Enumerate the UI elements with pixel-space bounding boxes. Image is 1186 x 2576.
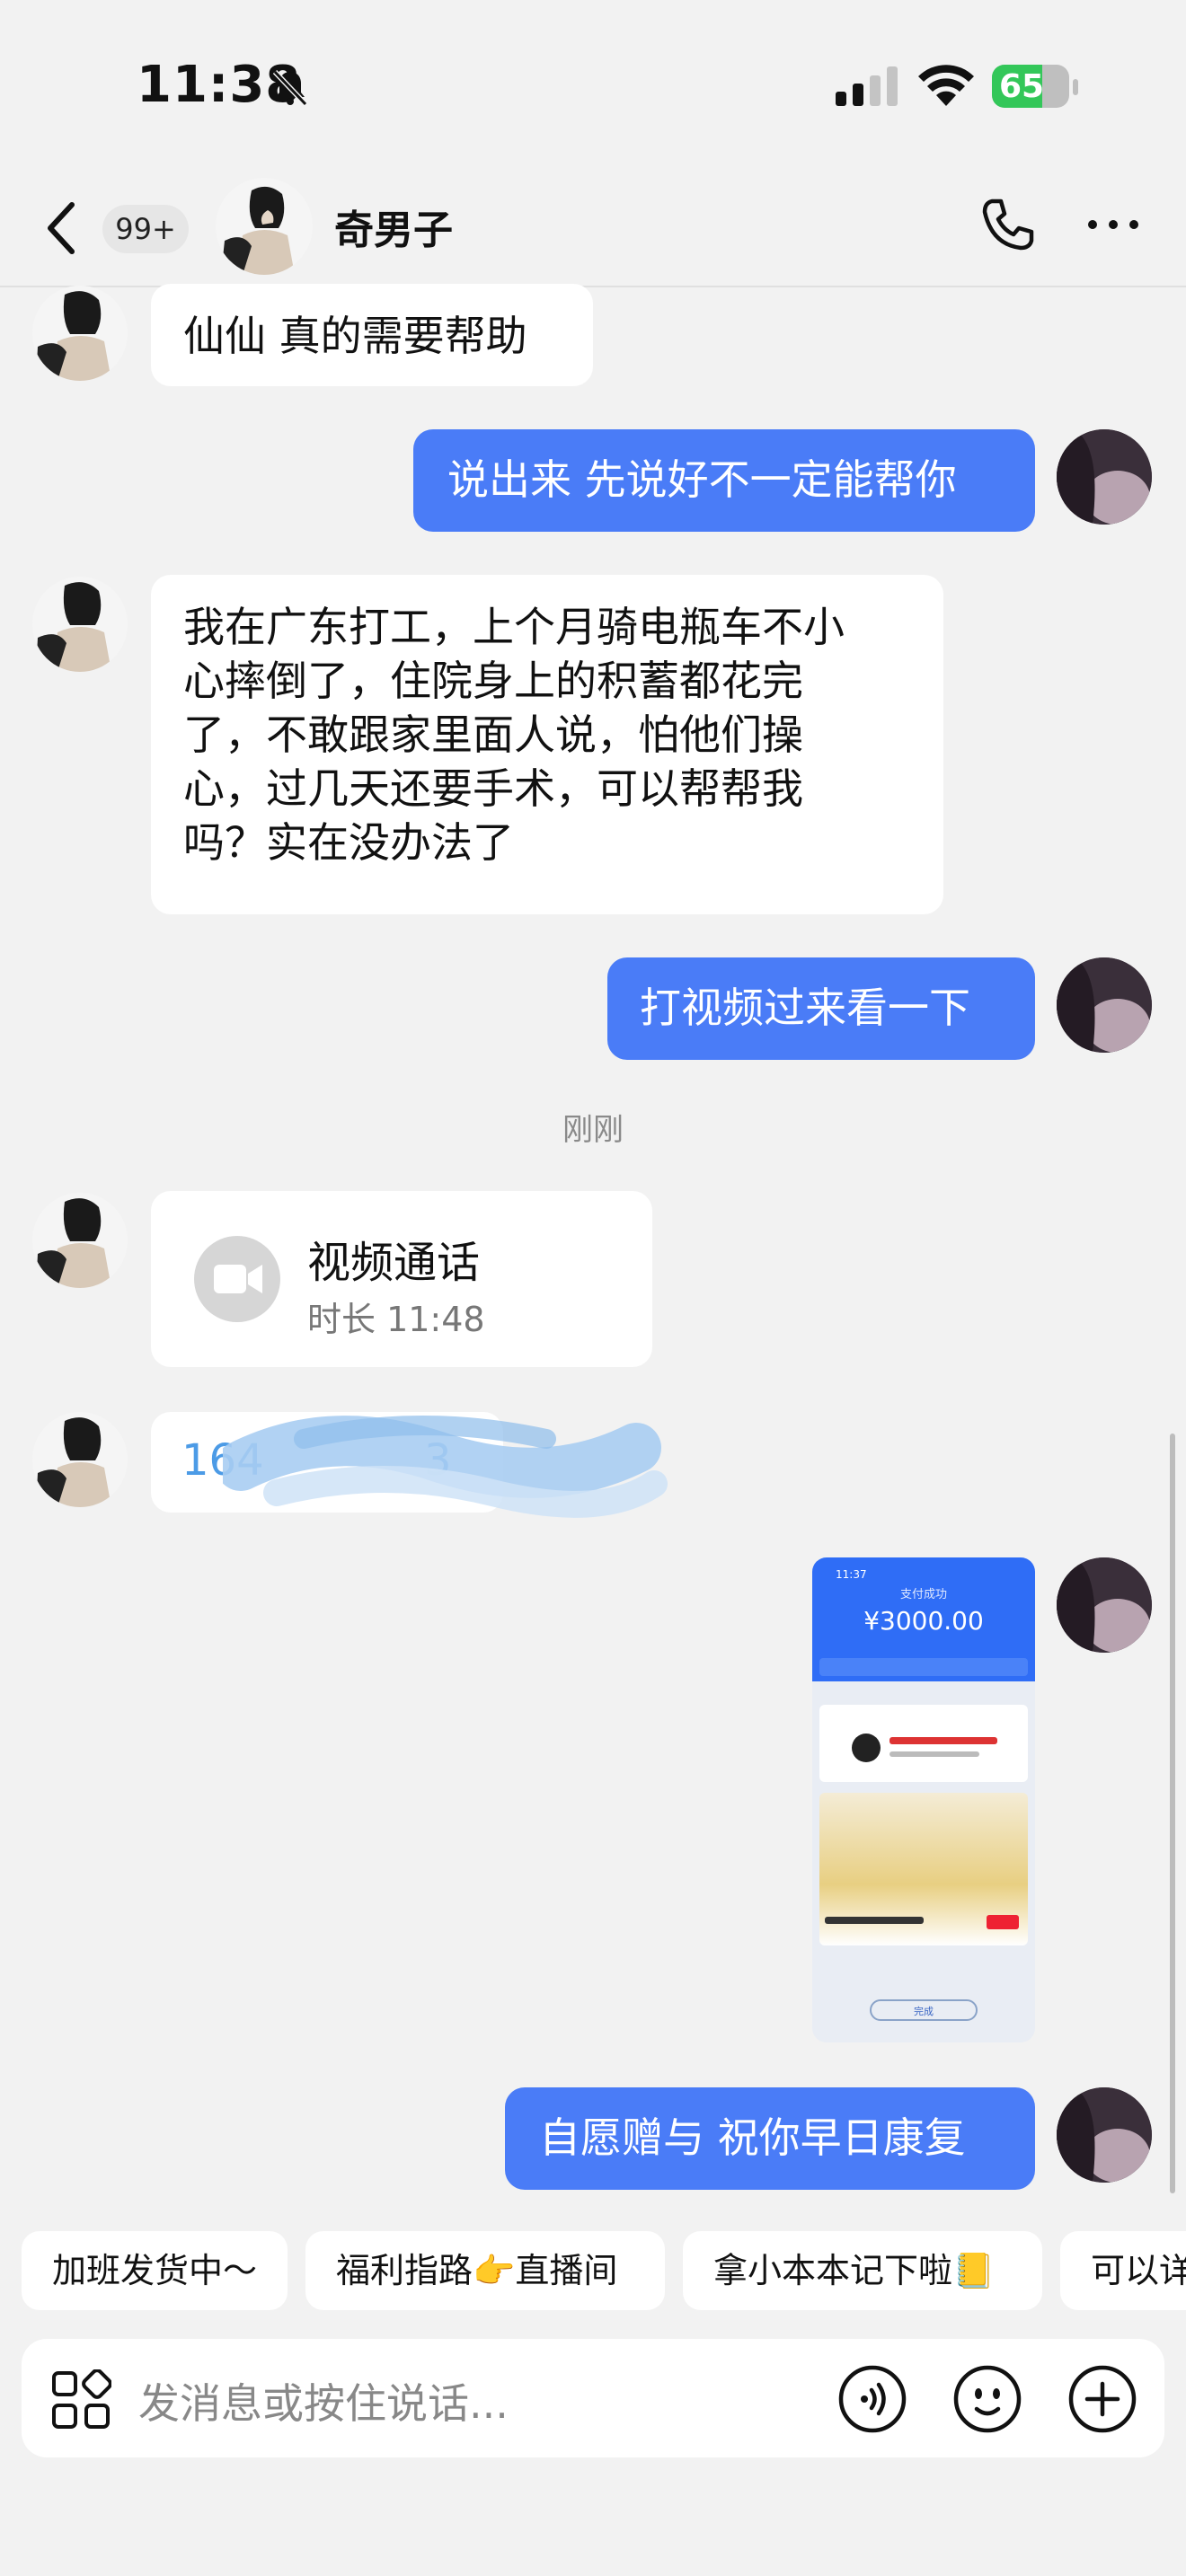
screenshot-time: 11:37 <box>836 1568 867 1581</box>
message-line: 心摔倒了，住院身上的积蓄都花完 <box>183 657 803 705</box>
quick-reply-chip[interactable]: 加班发货中～ <box>22 2231 288 2310</box>
emoji-icon[interactable] <box>952 2364 1022 2434</box>
phone-call-icon[interactable] <box>979 196 1037 253</box>
contact-avatar[interactable] <box>32 286 128 381</box>
message-bubble-outgoing[interactable]: 自愿赠与 祝你早日康复 <box>505 2087 1035 2190</box>
quick-reply-label: 可以详 <box>1091 2251 1186 2290</box>
back-chevron-icon[interactable] <box>41 199 81 257</box>
message-timestamp: 刚刚 <box>562 1112 624 1148</box>
message-text: 打视频过来看一下 <box>640 984 970 1032</box>
message-text: 自愿赠与 祝你早日康复 <box>539 2113 966 2162</box>
self-avatar[interactable] <box>1057 1557 1152 1653</box>
message-bubble-outgoing[interactable]: 说出来 先说好不一定能帮你 <box>413 429 1035 532</box>
quick-reply-label: 加班发货中～ <box>52 2251 258 2290</box>
add-plus-icon[interactable] <box>1067 2364 1137 2434</box>
video-call-card[interactable]: 视频通话 时长 11:48 <box>151 1191 652 1367</box>
message-input-bar: 发消息或按住说话... <box>22 2339 1164 2457</box>
message-line: 我在广东打工，上个月骑电瓶车不小 <box>183 603 845 651</box>
contact-avatar[interactable] <box>32 577 128 672</box>
apps-grid-icon[interactable] <box>50 2369 111 2430</box>
battery-indicator: 65 <box>992 65 1080 110</box>
screenshot-done-button: 完成 <box>870 1999 978 2021</box>
message-text: 仙仙 真的需要帮助 <box>183 312 527 360</box>
bell-muted-icon <box>272 69 308 107</box>
payment-screenshot-image[interactable]: 11:37 支付成功 ¥3000.00 完成 <box>812 1557 1035 2042</box>
redaction-scribble <box>223 1416 668 1518</box>
screenshot-card <box>819 1705 1028 1782</box>
more-options-icon[interactable] <box>1085 207 1141 243</box>
payment-amount: ¥3000.00 <box>863 1606 984 1636</box>
chat-scrollbar[interactable] <box>1170 1434 1175 2193</box>
contact-avatar[interactable] <box>216 178 313 275</box>
quick-reply-chip[interactable]: 可以详 <box>1060 2231 1186 2310</box>
chat-header: 99+ 奇男子 <box>0 171 1186 287</box>
message-bubble-outgoing[interactable]: 打视频过来看一下 <box>607 957 1035 1060</box>
call-duration: 时长 11:48 <box>307 1300 485 1339</box>
message-bubble-incoming[interactable]: 164 3 <box>151 1412 668 1518</box>
quick-reply-label: 福利指路👉直播间 <box>336 2251 618 2290</box>
quick-reply-chip[interactable]: 拿小本本记下啦📒 <box>683 2231 1042 2310</box>
self-avatar[interactable] <box>1057 2087 1152 2183</box>
message-line: 吗？实在没办法了 <box>183 818 514 867</box>
message-line: 心，过几天还要手术，可以帮帮我 <box>183 764 803 813</box>
screenshot-banner <box>819 1793 1028 1945</box>
battery-percent: 65 <box>999 68 1045 105</box>
cellular-signal-icon <box>836 66 898 106</box>
status-bar: 11:38 65 <box>0 0 1186 171</box>
message-line: 了，不敢跟家里面人说，怕他们操 <box>183 710 803 759</box>
call-title: 视频通话 <box>307 1238 481 1288</box>
self-avatar[interactable] <box>1057 957 1152 1053</box>
payment-status: 支付成功 <box>899 1588 947 1601</box>
video-camera-icon <box>194 1236 280 1322</box>
quick-reply-label: 拿小本本记下啦📒 <box>713 2251 996 2290</box>
message-input[interactable]: 发消息或按住说话... <box>138 2371 509 2430</box>
unread-count-badge[interactable]: 99+ <box>102 205 189 253</box>
self-avatar[interactable] <box>1057 429 1152 525</box>
contact-avatar[interactable] <box>32 1412 128 1507</box>
message-bubble-incoming[interactable]: 我在广东打工，上个月骑电瓶车不小 心摔倒了，住院身上的积蓄都花完 了，不敢跟家里… <box>151 575 943 914</box>
message-text: 说出来 先说好不一定能帮你 <box>447 455 957 504</box>
message-bubble-incoming[interactable]: 仙仙 真的需要帮助 <box>151 284 593 386</box>
payment-header: 11:37 支付成功 ¥3000.00 <box>812 1557 1035 1681</box>
contact-name[interactable]: 奇男子 <box>334 198 453 255</box>
voice-input-icon[interactable] <box>837 2364 907 2434</box>
contact-avatar[interactable] <box>32 1193 128 1288</box>
wifi-icon <box>918 65 974 106</box>
quick-reply-chip[interactable]: 福利指路👉直播间 <box>305 2231 665 2310</box>
